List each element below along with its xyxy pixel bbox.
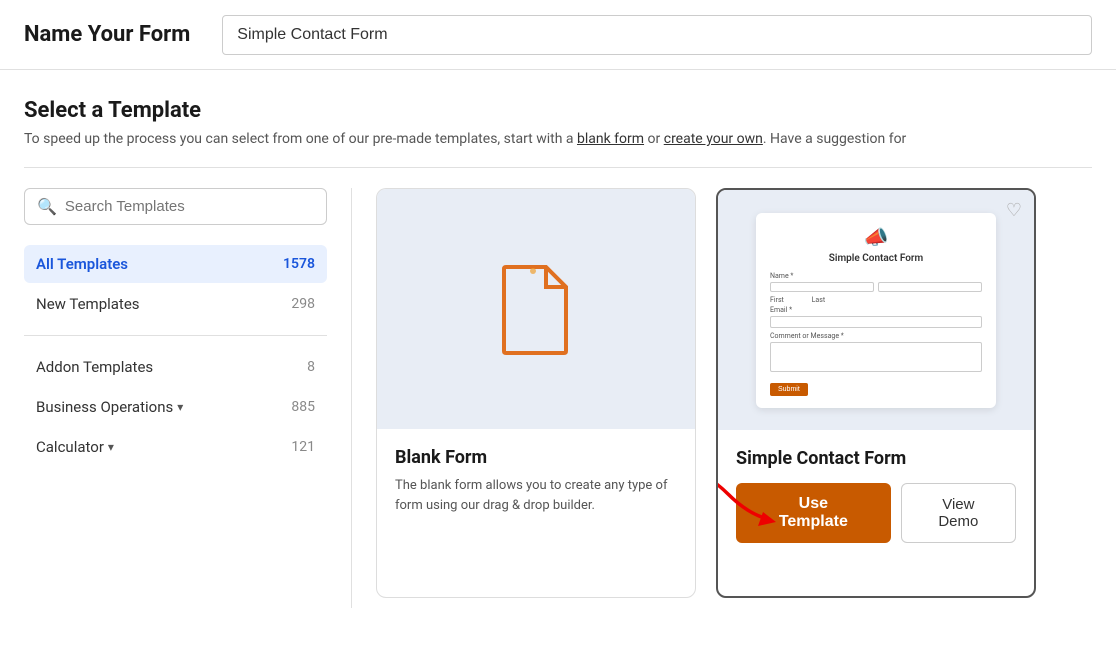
sidebar-item-addon-templates[interactable]: Addon Templates 8 bbox=[24, 348, 327, 386]
view-demo-button[interactable]: View Demo bbox=[901, 483, 1016, 543]
blank-form-name: Blank Form bbox=[395, 447, 677, 468]
create-own-link[interactable]: create your own bbox=[664, 131, 763, 147]
mini-email-label: Email * bbox=[770, 306, 982, 314]
mini-name-row bbox=[770, 282, 982, 292]
mini-first-field bbox=[770, 282, 874, 292]
selected-card-name: Simple Contact Form bbox=[736, 448, 1016, 469]
search-icon: 🔍 bbox=[37, 197, 57, 216]
sidebar-item-all-templates-label: All Templates bbox=[36, 255, 128, 273]
sidebar: 🔍 All Templates 1578 New Templates 298 A… bbox=[24, 188, 352, 608]
sidebar-calculator-label: Calculator ▾ bbox=[36, 438, 114, 456]
search-box: 🔍 bbox=[24, 188, 327, 225]
sidebar-business-count: 885 bbox=[291, 399, 315, 415]
mini-first-label: First Last bbox=[770, 296, 982, 304]
main-content: Select a Template To speed up the proces… bbox=[0, 70, 1116, 655]
section-desc: To speed up the process you can select f… bbox=[24, 131, 1092, 147]
sidebar-item-new-templates[interactable]: New Templates 298 bbox=[24, 285, 327, 323]
blank-form-preview bbox=[377, 189, 695, 429]
simple-contact-form-preview: ♡ 📣 Simple Contact Form Name * First Las bbox=[718, 190, 1034, 430]
mini-email-field bbox=[770, 316, 982, 328]
chevron-down-icon-calc: ▾ bbox=[108, 440, 114, 454]
mini-message-field bbox=[770, 342, 982, 372]
blank-form-card-body: Blank Form The blank form allows you to … bbox=[377, 429, 695, 533]
mini-form-icon: 📣 bbox=[770, 225, 982, 249]
mini-message-label: Comment or Message * bbox=[770, 332, 982, 340]
use-template-button[interactable]: Use Template bbox=[736, 483, 891, 543]
simple-contact-form-card[interactable]: ♡ 📣 Simple Contact Form Name * First Las bbox=[716, 188, 1036, 598]
sidebar-calculator-count: 121 bbox=[291, 439, 315, 455]
mini-message-row bbox=[770, 342, 982, 372]
mini-email-row bbox=[770, 316, 982, 328]
sidebar-addon-count: 8 bbox=[307, 359, 315, 375]
page-title: Name Your Form bbox=[24, 22, 190, 47]
form-name-input[interactable] bbox=[222, 15, 1092, 55]
blank-form-icon bbox=[496, 261, 576, 357]
sidebar-addon-label: Addon Templates bbox=[36, 358, 153, 376]
mini-submit-button: Submit bbox=[770, 383, 808, 396]
blank-form-card[interactable]: Blank Form The blank form allows you to … bbox=[376, 188, 696, 598]
selected-card-body: Simple Contact Form Use Template View De… bbox=[718, 430, 1034, 557]
sidebar-item-all-templates[interactable]: All Templates 1578 bbox=[24, 245, 327, 283]
templates-area: Blank Form The blank form allows you to … bbox=[352, 188, 1092, 608]
search-input[interactable] bbox=[65, 198, 314, 215]
sidebar-item-all-templates-count: 1578 bbox=[283, 256, 315, 272]
sidebar-item-business-operations[interactable]: Business Operations ▾ 885 bbox=[24, 388, 327, 426]
sidebar-divider bbox=[24, 335, 327, 336]
chevron-down-icon: ▾ bbox=[177, 400, 183, 414]
section-title: Select a Template bbox=[24, 98, 1092, 123]
sidebar-item-calculator[interactable]: Calculator ▾ 121 bbox=[24, 428, 327, 466]
blank-form-desc: The blank form allows you to create any … bbox=[395, 476, 677, 515]
header-bar: Name Your Form bbox=[0, 0, 1116, 70]
sidebar-item-new-templates-count: 298 bbox=[291, 296, 315, 312]
mini-last-field bbox=[878, 282, 982, 292]
card-actions: Use Template View Demo bbox=[736, 483, 1016, 543]
sidebar-item-new-templates-label: New Templates bbox=[36, 295, 140, 313]
mini-form-title: Simple Contact Form bbox=[770, 253, 982, 264]
blank-form-link[interactable]: blank form bbox=[577, 131, 644, 147]
section-divider bbox=[24, 167, 1092, 168]
mini-form-preview: 📣 Simple Contact Form Name * First Last … bbox=[756, 213, 996, 408]
sidebar-business-label: Business Operations ▾ bbox=[36, 398, 183, 416]
mini-name-label: Name * bbox=[770, 272, 982, 280]
content-layout: 🔍 All Templates 1578 New Templates 298 A… bbox=[24, 188, 1092, 608]
favorite-button[interactable]: ♡ bbox=[1006, 200, 1022, 221]
